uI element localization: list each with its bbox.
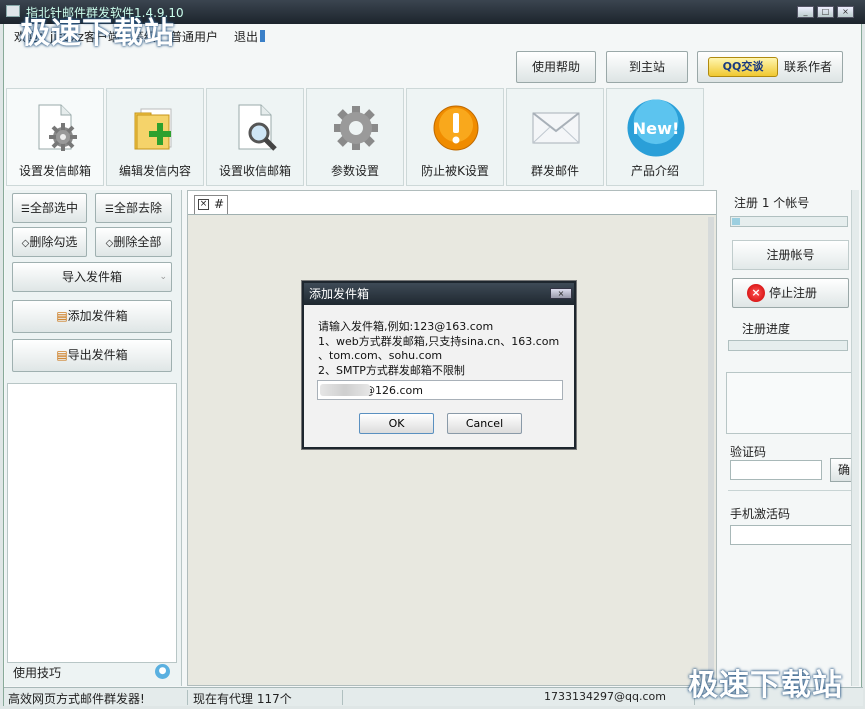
dialog-close-button[interactable]: × [550,288,572,299]
stop-icon: × [747,284,765,302]
sender-panel: ☰全部选中 ☰全部去除 ◇删除勾选 ◇删除全部 导入发件箱 ⌄ ▤添加发件箱 ▤导… [5,190,182,686]
tool-send-mail[interactable]: 群发邮件 [506,88,604,186]
tool-anti-ban-settings[interactable]: 防止被K设置 [406,88,504,186]
register-panel: 注册 1 个帐号 注册帐号 × 停止注册 注册进度 验证码 确 手机激活码 [722,190,861,686]
status-divider [187,690,188,705]
right-scrollbar[interactable] [851,190,859,686]
captcha-image [726,372,857,434]
envelope-icon [532,112,580,144]
import-sender-button[interactable]: 导入发件箱 ⌄ [12,262,172,292]
tab-main[interactable]: × # [194,195,228,214]
help-button[interactable]: 使用帮助 [516,51,596,83]
status-email: 1733134297@qq.com [544,690,666,703]
tool-sender-mailbox[interactable]: 设置发信邮箱 [6,88,104,186]
register-count: 注册 1 个帐号 [734,196,810,210]
document-search-icon [238,104,277,151]
tool-label: 群发邮件 [530,164,579,178]
activation-code-label: 手机激活码 [730,507,791,521]
register-progress-label: 注册进度 [742,322,791,336]
new-badge-icon: New! [627,99,685,157]
button-label: 添加发件箱 [67,309,128,323]
cancel-button[interactable]: Cancel [447,413,522,434]
chat-bubble-icon[interactable]: ● [155,664,170,679]
tool-label: 防止被K设置 [421,164,489,178]
minimize-button[interactable]: _ [797,6,814,18]
tab-label: # [214,197,225,211]
tool-label: 参数设置 [330,164,379,178]
export-list-icon: ▤ [56,348,68,362]
app-icon [6,5,20,17]
deselect-all-icon: ☰ [105,204,114,215]
status-slogan: 高效网页方式邮件群发器! [8,692,145,706]
divider [728,490,856,491]
activation-code-input[interactable] [730,525,854,545]
button-label: 删除勾选 [29,235,78,249]
tab-bar: × # [188,191,716,215]
qq-chat-icon: QQ交谈 [708,57,778,77]
captcha-label: 验证码 [730,445,767,459]
button-label: 全部去除 [113,201,162,215]
close-icon[interactable]: × [198,199,209,210]
add-sender-dialog: 添加发件箱 × 请输入发件箱,例如:123@163.com 1、web方式群发邮… [302,281,576,449]
tool-label: 设置发信邮箱 [18,164,91,178]
add-sender-button[interactable]: ▤添加发件箱 [12,300,172,333]
svg-text:New!: New! [633,119,680,138]
tool-product-intro[interactable]: New! 产品介绍 [606,88,704,186]
select-all-icon: ☰ [21,204,30,215]
select-all-button[interactable]: ☰全部选中 [12,193,87,223]
progress-fill [732,218,740,225]
button-label: 全部选中 [29,201,78,215]
watermark-bottom: 极速下载站 [688,668,843,703]
dialog-title: 添加发件箱 [304,283,574,305]
tool-label: 编辑发信内容 [118,164,191,178]
dialog-note-web-cont: 、tom.com、sohu.com [318,349,443,362]
status-proxy-count: 现在有代理 117个 [193,692,292,706]
button-label: 导出发件箱 [67,348,128,362]
register-progress-bar [728,340,848,351]
ok-button[interactable]: OK [359,413,434,434]
contact-author-label: 联系作者 [784,60,833,74]
button-label: 停止注册 [769,286,818,300]
folder-add-icon [134,108,172,150]
contact-author-button[interactable]: QQ交谈 联系作者 [697,51,843,83]
gear-icon [334,106,378,150]
tips-link[interactable]: 使用技巧 [13,664,61,681]
document-gear-icon [38,104,77,151]
delete-checked-button[interactable]: ◇删除勾选 [12,227,87,257]
captcha-input[interactable] [730,460,822,480]
deselect-all-button[interactable]: ☰全部去除 [95,193,172,223]
delete-all-button[interactable]: ◇删除全部 [95,227,172,257]
export-sender-button[interactable]: ▤导出发件箱 [12,339,172,372]
tool-parameter-settings[interactable]: 参数设置 [306,88,404,186]
sender-list[interactable] [7,383,177,663]
home-button[interactable]: 到主站 [606,51,688,83]
button-label: 删除全部 [113,235,162,249]
dialog-note-smtp: 2、SMTP方式群发邮箱不限制 [318,364,465,377]
tool-receiver-mailbox[interactable]: 设置收信邮箱 [206,88,304,186]
add-list-icon: ▤ [56,309,68,323]
client-area: 欢迎：jisuxz客户端，等级 普通用户 退出 使用帮助 到主站 QQ交谈 联系… [3,24,863,706]
stop-register-button[interactable]: × 停止注册 [732,278,849,308]
chevron-down-icon: ⌄ [159,272,167,282]
close-window-button[interactable]: × [837,6,854,18]
dialog-instruction: 请输入发件箱,例如:123@163.com [318,320,494,333]
register-count-bar [730,216,848,227]
tool-edit-content[interactable]: 编辑发信内容 [106,88,204,186]
redacted-text [320,384,370,396]
tool-label: 产品介绍 [630,164,679,178]
tool-label: 设置收信邮箱 [218,164,291,178]
status-divider [342,690,343,705]
scrollbar[interactable] [708,217,714,683]
text-cursor [260,30,265,42]
maximize-button[interactable]: □ [817,6,834,18]
button-label: 导入发件箱 [61,270,122,284]
register-account-button[interactable]: 注册帐号 [732,240,849,270]
warning-icon [433,105,479,151]
watermark-top: 极速下载站 [20,16,175,51]
logout-link[interactable]: 退出 [234,28,258,45]
user-level: 普通用户 [170,30,219,44]
